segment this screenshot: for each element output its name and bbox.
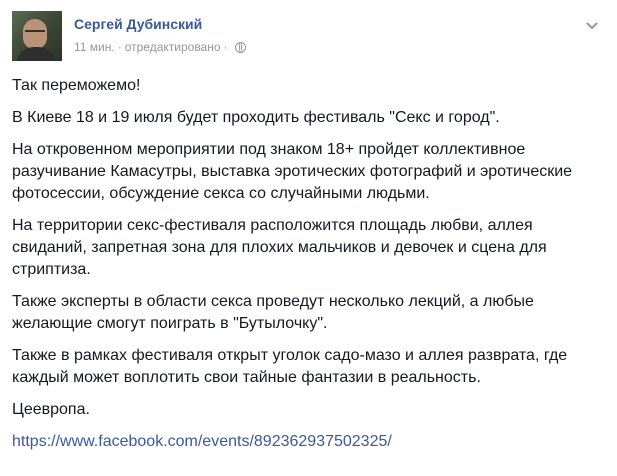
paragraph-1: Так переможемо! (12, 77, 141, 94)
chevron-down-icon[interactable] (584, 17, 600, 33)
paragraph-6: Также в рамках фестиваля открыт уголок с… (12, 347, 568, 386)
paragraph-4: На территории секс-фестиваля расположитс… (12, 217, 547, 278)
avatar[interactable] (12, 11, 62, 61)
meta-separator: · (117, 40, 122, 54)
post-meta: 11 мин. · отредактировано · (74, 39, 246, 55)
post: Сергей Дубинский 11 мин. · отредактировано… (0, 0, 617, 476)
author-name[interactable]: Сергей Дубинский (74, 15, 202, 33)
post-header: Сергей Дубинский 11 мин. · отредактировано… (12, 11, 602, 61)
avatar-glasses (25, 30, 45, 36)
post-body: Так переможемо! В Киеве 18 и 19 июля буд… (12, 75, 608, 463)
event-link[interactable]: https://www.facebook.com/events/89236293… (12, 433, 392, 450)
post-time[interactable]: 11 мин. (74, 39, 115, 55)
paragraph-7: Цеевропа. (12, 401, 90, 418)
paragraph-5: Также эксперты в области секса проведут … (12, 293, 534, 332)
avatar-shoulders (16, 47, 56, 61)
globe-icon[interactable] (234, 42, 246, 53)
paragraph-2: В Киеве 18 и 19 июля будет проходить фес… (12, 109, 500, 126)
edited-label[interactable]: отредактировано (125, 39, 221, 55)
meta-separator-2: · (223, 40, 228, 54)
paragraph-3: На откровенном мероприятии под знаком 18… (12, 141, 573, 202)
